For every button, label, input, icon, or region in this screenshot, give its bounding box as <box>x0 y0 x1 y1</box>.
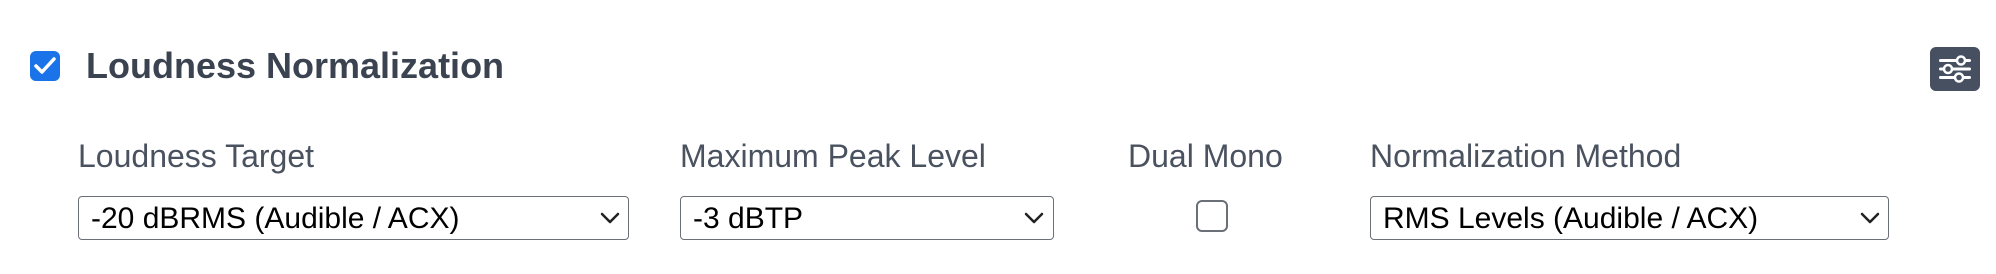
max-peak-value: -3 dBTP <box>693 202 804 235</box>
sliders-icon <box>1939 55 1971 83</box>
loudness-target-value: -20 dBRMS (Audible / ACX) <box>91 202 460 235</box>
enable-loudness-checkbox[interactable] <box>30 51 60 81</box>
method-label: Normalization Method <box>1370 138 1682 174</box>
max-peak-select[interactable]: -3 dBTP <box>680 196 1054 240</box>
checkmark-icon <box>34 57 56 74</box>
loudness-target-label: Loudness Target <box>78 138 315 174</box>
settings-button[interactable] <box>1930 47 1980 91</box>
chevron-down-icon <box>1024 212 1044 224</box>
chevron-down-icon <box>600 212 620 224</box>
chevron-down-icon <box>1860 212 1880 224</box>
dual-mono-label: Dual Mono <box>1128 138 1283 174</box>
section-title: Loudness Normalization <box>86 45 505 86</box>
method-select[interactable]: RMS Levels (Audible / ACX) <box>1370 196 1889 240</box>
max-peak-label: Maximum Peak Level <box>680 138 986 174</box>
method-value: RMS Levels (Audible / ACX) <box>1383 202 1759 235</box>
loudness-target-select[interactable]: -20 dBRMS (Audible / ACX) <box>78 196 629 240</box>
dual-mono-checkbox[interactable] <box>1196 200 1228 232</box>
